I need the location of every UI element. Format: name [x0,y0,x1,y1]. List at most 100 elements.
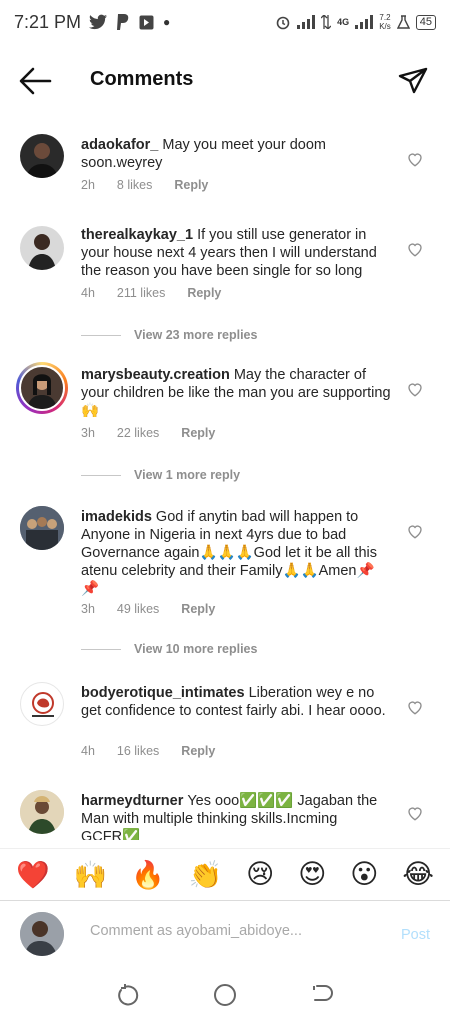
emoji-surprised-face[interactable]: 😮 [350,859,378,890]
system-nav-bar [0,966,450,1024]
notification-icons: ● [89,13,170,31]
avatar[interactable] [20,682,64,726]
direct-message-icon[interactable] [398,66,428,96]
view-replies-label[interactable]: View 23 more replies [134,328,257,342]
comment-username[interactable]: imadekids [81,509,152,525]
comment-composer: Post [0,900,450,966]
status-time: 7:21 PM [14,11,82,32]
network-speed: 7.2 K/s [379,13,391,31]
back-icon[interactable] [309,982,335,1008]
like-heart-icon[interactable] [406,804,424,822]
comment-meta: 3h 49 likes Reply [81,602,237,616]
recent-apps-icon[interactable] [115,982,141,1008]
back-arrow-icon[interactable] [18,66,52,96]
comment-time: 3h [81,602,95,616]
like-heart-icon[interactable] [406,698,424,716]
reply-button[interactable]: Reply [181,744,215,758]
avatar[interactable] [20,226,64,270]
comment-meta: 4h 16 likes Reply [81,744,237,758]
emoji-reaction-bar: ❤️ 🙌 🔥 👏 😢 😍 😮 😂 [0,848,450,900]
app-header: Comments [0,56,450,106]
comments-list[interactable]: adaokafor_ May you meet your doom soon.we… [0,120,450,840]
paypal-icon [117,14,129,30]
reply-button[interactable]: Reply [181,602,215,616]
emoji-red-heart[interactable]: ❤️ [16,859,50,891]
comment-username[interactable]: therealkaykay_1 [81,227,193,243]
comment-likes[interactable]: 211 likes [117,286,165,300]
comment-meta: 3h 22 likes Reply [81,426,237,440]
comment-likes[interactable]: 8 likes [117,178,152,192]
more-dot-icon: ● [163,15,171,29]
alarm-icon [276,16,290,30]
my-avatar [20,912,64,956]
comment-item: bodyerotique_intimates Liberation wey e n… [0,682,450,762]
comment-item: harmeydturner Yes ooo✅✅✅ Jagaban the Man … [0,790,450,840]
comment-item: imadekids God if anytin bad will happen t… [0,506,450,656]
reply-button[interactable]: Reply [174,178,208,192]
comment-time: 3h [81,426,95,440]
comment-meta: 4h 211 likes Reply [81,286,243,300]
view-replies-button[interactable]: View 10 more replies [81,642,257,656]
emoji-raised-hands[interactable]: 🙌 [74,859,108,891]
avatar[interactable] [20,134,64,178]
battery-indicator: 45 [415,14,436,30]
comment-time: 4h [81,286,95,300]
avatar-story-ring[interactable] [16,362,68,414]
view-replies-label[interactable]: View 1 more reply [134,468,240,482]
comment-time: 2h [81,178,95,192]
flask-icon [396,15,410,29]
comment-likes[interactable]: 16 likes [117,744,159,758]
comment-username[interactable]: marysbeauty.creation [81,367,230,383]
comment-likes[interactable]: 22 likes [117,426,159,440]
speed-unit: K/s [379,22,391,31]
avatar[interactable] [20,506,64,550]
view-replies-button[interactable]: View 23 more replies [81,328,257,342]
app-notification-icon [139,15,154,29]
comment-text: adaokafor_ May you meet your doom soon.we… [81,136,391,172]
home-icon[interactable] [212,982,238,1008]
signal-icon-2 [355,15,374,29]
post-button[interactable]: Post [401,927,430,943]
comment-username[interactable]: bodyerotique_intimates [81,685,245,701]
emoji-tears-of-joy[interactable]: 😂 [402,859,434,890]
emoji-crying-face[interactable]: 😢 [246,859,274,890]
twitter-icon [89,14,108,30]
avatar[interactable] [20,790,64,834]
divider [81,334,121,336]
comment-item: adaokafor_ May you meet your doom soon.we… [0,134,450,204]
divider [81,474,121,476]
emoji-heart-eyes[interactable]: 😍 [298,859,326,890]
comment-text: harmeydturner Yes ooo✅✅✅ Jagaban the Man … [81,792,391,840]
system-status: 4G 7.2 K/s 45 [275,13,436,31]
view-replies-label[interactable]: View 10 more replies [134,642,257,656]
comment-input[interactable] [90,923,340,939]
reply-button[interactable]: Reply [187,286,221,300]
comment-item: marysbeauty.creation May the character of… [0,362,450,482]
network-label: 4G [337,17,350,27]
comment-likes[interactable]: 49 likes [117,602,159,616]
comment-text: imadekids God if anytin bad will happen t… [81,508,391,598]
avatar [19,365,65,411]
like-heart-icon[interactable] [406,240,424,258]
comment-text: marysbeauty.creation May the character of… [81,366,391,420]
reply-button[interactable]: Reply [181,426,215,440]
view-replies-button[interactable]: View 1 more reply [81,468,240,482]
divider [81,648,121,650]
comment-meta: 2h 8 likes Reply [81,178,230,192]
like-heart-icon[interactable] [406,522,424,540]
emoji-fire[interactable]: 🔥 [131,859,165,891]
like-heart-icon[interactable] [406,150,424,168]
comment-text: therealkaykay_1 If you still use generato… [81,226,391,280]
emoji-clapping-hands[interactable]: 👏 [189,859,223,891]
comment-username[interactable]: adaokafor_ [81,137,158,153]
page-title: Comments [90,68,194,90]
like-heart-icon[interactable] [406,380,424,398]
comment-username[interactable]: harmeydturner [81,793,183,809]
comment-text: bodyerotique_intimates Liberation wey e n… [81,684,391,720]
comment-item: therealkaykay_1 If you still use generato… [0,224,450,342]
status-bar: 7:21 PM ● 4G 7.2 K/s 45 [0,0,450,44]
signal-icon [297,15,316,29]
data-arrows-icon [321,15,332,29]
speed-value: 7.2 [379,13,391,22]
comment-time: 4h [81,744,95,758]
